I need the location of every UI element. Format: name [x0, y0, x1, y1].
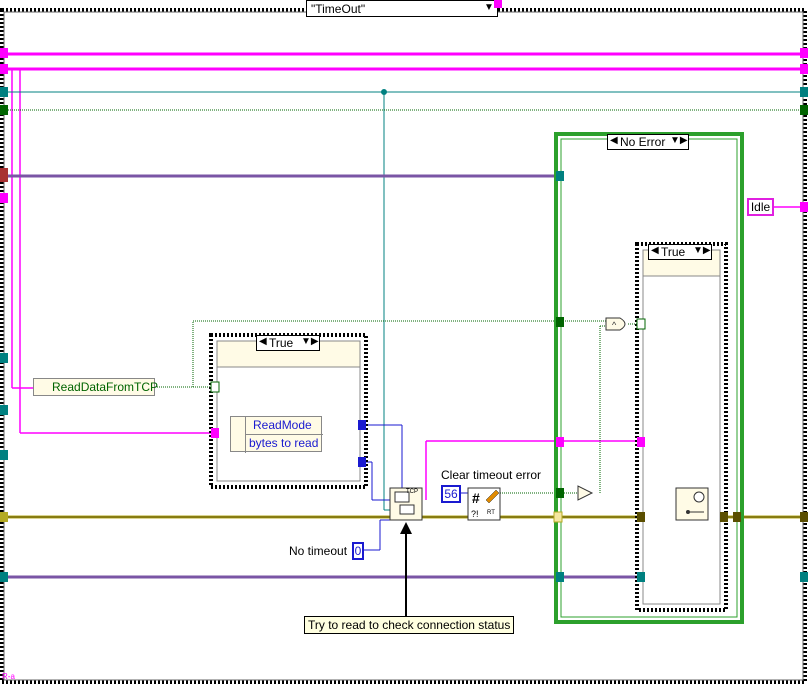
outer-case-selector-label: "TimeOut" — [311, 2, 366, 16]
svg-text:?!: ?! — [471, 509, 479, 519]
no-timeout-label: No timeout — [289, 544, 348, 558]
and-gate-icon[interactable]: ^ — [605, 317, 626, 331]
left-case-selector-label: True — [269, 336, 294, 350]
unbundle-field-readmode: ReadMode — [253, 418, 312, 432]
idle-enum-constant[interactable]: Idle — [747, 198, 774, 216]
right-inner-case-structure[interactable] — [635, 242, 728, 612]
chevron-down-icon[interactable]: ▼▶ — [670, 135, 688, 146]
chevron-left-icon[interactable]: ◀ — [651, 245, 659, 256]
enum-constant-read-data-label: ReadDataFromTCP — [52, 380, 159, 394]
timeout-constant[interactable]: 0 — [352, 542, 364, 560]
unbundle-by-name-node[interactable]: ReadMode bytes to read — [230, 416, 323, 453]
chevron-down-icon[interactable]: ▼ — [484, 2, 494, 13]
clear-timeout-error-label: Clear timeout error — [441, 468, 542, 482]
unbundle-divider — [245, 434, 323, 435]
chevron-down-icon[interactable]: ▼▶ — [301, 336, 319, 347]
clear-error-icon[interactable]: # ?! — [467, 487, 501, 521]
svg-text:#: # — [472, 490, 480, 506]
error-case-selector-label: No Error — [620, 135, 666, 149]
chevron-down-icon[interactable]: ▼▶ — [693, 245, 711, 256]
left-inner-case-structure[interactable] — [209, 333, 368, 489]
error-code-constant[interactable]: 56 — [441, 485, 461, 503]
chevron-left-icon[interactable]: ◀ — [610, 135, 618, 146]
comment-label: Try to read to check connection status — [304, 616, 515, 634]
unbundle-divider-vertical — [245, 417, 246, 453]
clear-icon-label: RT — [487, 510, 495, 516]
outer-case-selector[interactable]: "TimeOut" ▼ — [306, 0, 498, 17]
right-case-selector[interactable]: ◀ True ▼▶ — [648, 244, 712, 260]
chevron-left-icon[interactable]: ◀ — [259, 336, 267, 347]
right-case-selector-label: True — [661, 245, 686, 259]
not-gate-icon[interactable] — [577, 485, 594, 501]
outer-case-selector-increment-icon[interactable] — [494, 0, 502, 8]
block-diagram[interactable]: ^ # ?! — [0, 0, 808, 684]
enum-constant-read-data[interactable]: ReadDataFromTCP — [33, 378, 159, 396]
error-case-selector[interactable]: ◀ No Error ▼▶ — [607, 134, 689, 150]
merge-error-icon[interactable] — [675, 487, 709, 521]
corner-label: R-a — [2, 672, 15, 681]
unbundle-field-bytes-to-read: bytes to read — [249, 436, 319, 450]
left-case-selector[interactable]: True ▼▶ ◀ — [256, 335, 320, 351]
comment-arrow — [400, 522, 412, 616]
tcp-icon-label: TCP — [406, 489, 418, 495]
